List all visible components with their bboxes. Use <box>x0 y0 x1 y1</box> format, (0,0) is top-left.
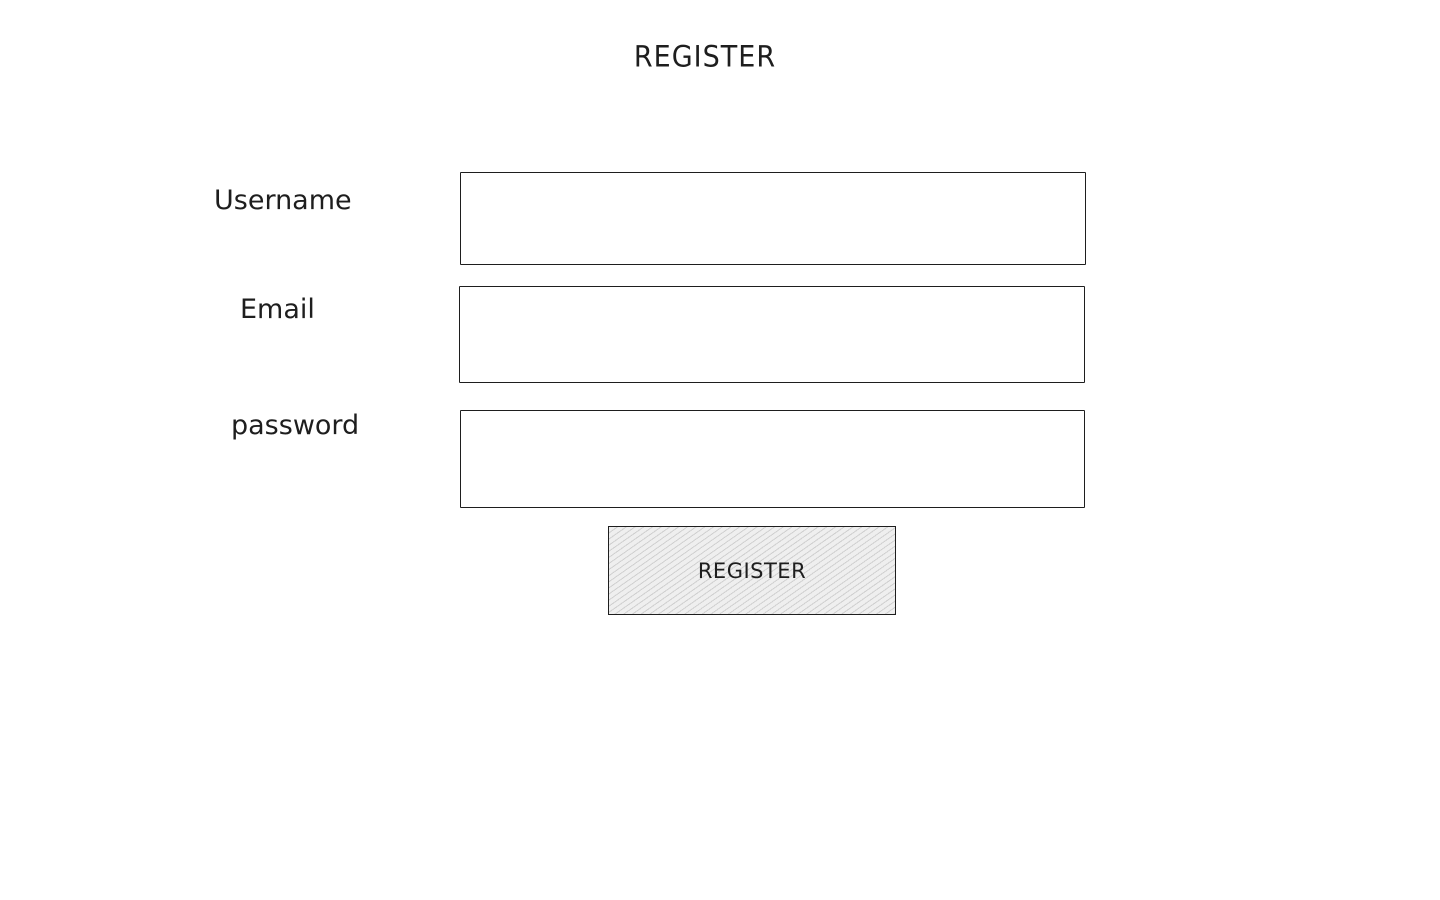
username-field[interactable] <box>460 172 1086 265</box>
password-label: password <box>231 410 360 441</box>
register-button-label: REGISTER <box>697 558 807 583</box>
register-button[interactable]: REGISTER <box>608 526 896 615</box>
email-label: Email <box>240 294 315 325</box>
email-field[interactable] <box>459 286 1085 383</box>
username-label: Username <box>214 185 352 216</box>
page-title: REGISTER <box>633 40 777 75</box>
password-field[interactable] <box>460 410 1085 508</box>
